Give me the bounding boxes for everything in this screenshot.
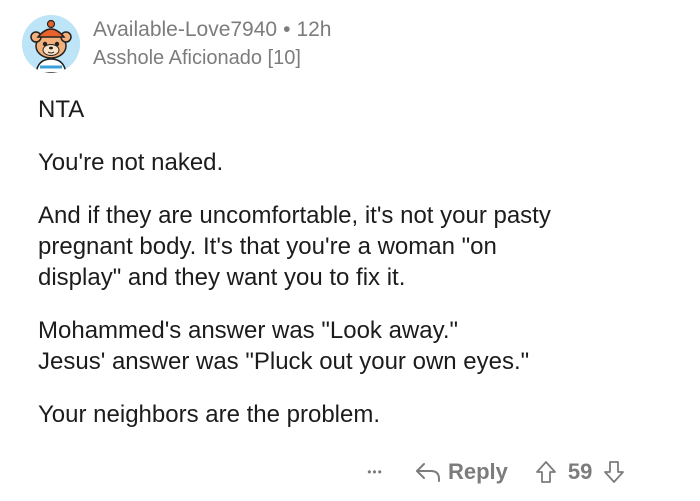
reply-label: Reply bbox=[448, 459, 508, 484]
meta-separator: • bbox=[283, 18, 291, 41]
meta-line: Available-Love7940 • 12h bbox=[93, 17, 332, 43]
vote-controls: 59 bbox=[532, 457, 628, 487]
user-flair: Asshole Aficionado [10] bbox=[93, 47, 301, 69]
paragraph: You're not naked. bbox=[38, 147, 678, 178]
downvote-arrow-icon bbox=[604, 461, 625, 483]
vote-score: 59 bbox=[567, 459, 593, 484]
text-line: Jesus' answer was "Pluck out your own ey… bbox=[38, 348, 530, 375]
comment-actions: ••• Reply 59 bbox=[360, 452, 628, 492]
comment: Available-Love7940 • 12h Asshole Aficionad… bbox=[0, 0, 700, 501]
comment-header: Available-Love7940 • 12h Asshole Aficionad… bbox=[22, 12, 332, 76]
paragraph: And if they are uncomfortable, it's not … bbox=[38, 200, 678, 293]
reply-button[interactable]: Reply bbox=[414, 459, 508, 485]
downvote-button[interactable] bbox=[600, 457, 628, 487]
paragraph: Your neighbors are the problem. bbox=[38, 399, 678, 430]
text-line: Your neighbors are the problem. bbox=[38, 401, 380, 428]
upvote-button[interactable] bbox=[532, 457, 560, 487]
upvote-arrow-icon bbox=[536, 461, 556, 483]
username-link[interactable]: Available-Love7940 bbox=[93, 18, 277, 41]
avatar[interactable] bbox=[22, 15, 80, 73]
text-line: display" and they want you to fix it. bbox=[38, 264, 406, 291]
more-options-button[interactable]: ••• bbox=[360, 457, 390, 487]
text-line: Mohammed's answer was "Look away." bbox=[38, 317, 459, 344]
paragraph: NTA bbox=[38, 94, 678, 125]
comment-meta: Available-Love7940 • 12h Asshole Aficionad… bbox=[93, 17, 332, 71]
text-line: pregnant body. It's that you're a woman … bbox=[38, 233, 497, 260]
snoo-avatar-icon bbox=[22, 15, 80, 73]
paragraph: Mohammed's answer was "Look away." Jesus… bbox=[38, 315, 678, 377]
reply-icon bbox=[416, 463, 440, 482]
text-line: You're not naked. bbox=[38, 149, 224, 176]
comment-body: NTA You're not naked. And if they are un… bbox=[38, 94, 678, 452]
text-line: NTA bbox=[38, 96, 85, 123]
more-options-icon: ••• bbox=[367, 465, 383, 479]
timestamp[interactable]: 12h bbox=[296, 18, 331, 41]
text-line: And if they are uncomfortable, it's not … bbox=[38, 202, 551, 229]
